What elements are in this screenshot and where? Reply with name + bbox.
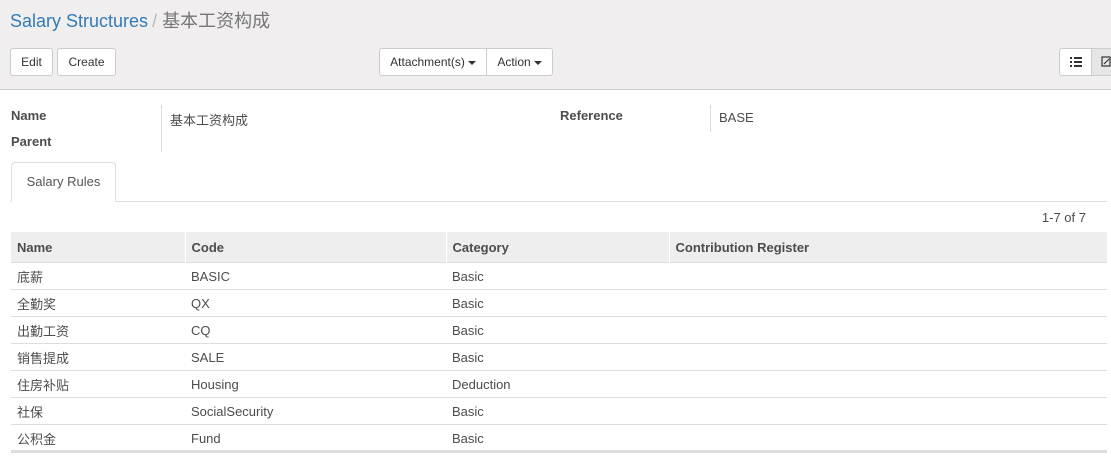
field-divider [710,105,711,132]
cell-name: 全勤奖 [11,289,185,317]
cell-register [669,397,1107,425]
tab-salary-rules-label: Salary Rules [26,174,101,189]
cell-register [669,370,1107,398]
action-label: Action [497,55,531,69]
form-sheet: Name Parent 基本工资构成 Reference BASE Salary… [0,105,1111,456]
action-dropdown[interactable]: Action [486,48,553,76]
cell-category: Basic [446,316,669,344]
caret-down-icon [533,60,542,65]
control-panel: Salary Structures / 基本工资构成 Edit Create Att… [0,0,1111,90]
reference-label: Reference [560,108,623,123]
cell-category: Basic [446,289,669,317]
cell-name: 公积金 [11,424,185,451]
column-header-category[interactable]: Category [445,232,669,263]
create-button[interactable]: Create [57,48,116,76]
cell-category: Basic [446,397,669,425]
cell-code: CQ [185,316,446,344]
cell-category: Basic [446,262,669,290]
caret-down-icon [467,60,476,65]
form-icon [1101,56,1111,67]
edit-button-label: Edit [21,55,42,69]
cell-code: BASIC [185,262,446,290]
cell-code: SALE [185,343,446,371]
table-header-row: Name Code Category Contribution Register [11,232,1107,263]
cell-register [669,316,1107,344]
cell-category: Basic [446,343,669,371]
cell-code: Housing [185,370,446,398]
create-button-label: Create [68,55,105,69]
name-label: Name [11,108,47,123]
list-view-button[interactable] [1059,48,1092,76]
table-row[interactable]: 出勤工资 CQ Basic [11,316,1107,344]
table-row[interactable]: 销售提成 SALE Basic [11,343,1107,371]
cell-code: Fund [185,424,446,451]
tab-salary-rules[interactable]: Salary Rules [11,162,116,202]
cell-name: 底薪 [11,262,185,290]
salary-rules-table: Name Code Category Contribution Register… [11,232,1107,451]
tabs-border [10,201,1107,202]
breadcrumb-current: 基本工资构成 [162,11,271,31]
parent-label: Parent [11,134,52,149]
cell-name: 销售提成 [11,343,185,371]
breadcrumb-parent-link[interactable]: Salary Structures [10,11,148,31]
breadcrumb-separator: / [152,11,158,31]
cell-register [669,262,1107,290]
cell-category: Deduction [446,370,669,398]
name-field[interactable]: 基本工资构成 [170,110,248,129]
attachments-dropdown[interactable]: Attachment(s) [379,48,487,76]
column-header-name[interactable]: Name [11,232,185,263]
cell-category: Basic [446,424,669,451]
cell-name: 出勤工资 [11,316,185,344]
pager: 1-7 of 7 [1041,210,1086,225]
reference-field[interactable]: BASE [719,110,754,125]
cell-register [669,343,1107,371]
table-row[interactable]: 住房补贴 Housing Deduction [11,370,1107,398]
cell-register [669,424,1107,451]
cell-name: 社保 [11,397,185,425]
form-view-button[interactable] [1091,48,1111,76]
table-footer-border [11,450,1107,453]
cell-code: QX [185,289,446,317]
table-row[interactable]: 底薪 BASIC Basic [11,262,1107,290]
field-divider [161,105,162,152]
list-icon [1070,57,1082,67]
breadcrumb: Salary Structures / 基本工资构成 [10,7,270,33]
cell-name: 住房补贴 [11,370,185,398]
attachments-label: Attachment(s) [390,55,465,69]
edit-button[interactable]: Edit [10,48,53,76]
column-header-code[interactable]: Code [184,232,446,263]
cell-code: SocialSecurity [185,397,446,425]
column-header-contribution-register[interactable]: Contribution Register [668,232,1107,263]
table-row[interactable]: 公积金 Fund Basic [11,424,1107,451]
table-row[interactable]: 全勤奖 QX Basic [11,289,1107,317]
cell-register [669,289,1107,317]
table-row[interactable]: 社保 SocialSecurity Basic [11,397,1107,425]
